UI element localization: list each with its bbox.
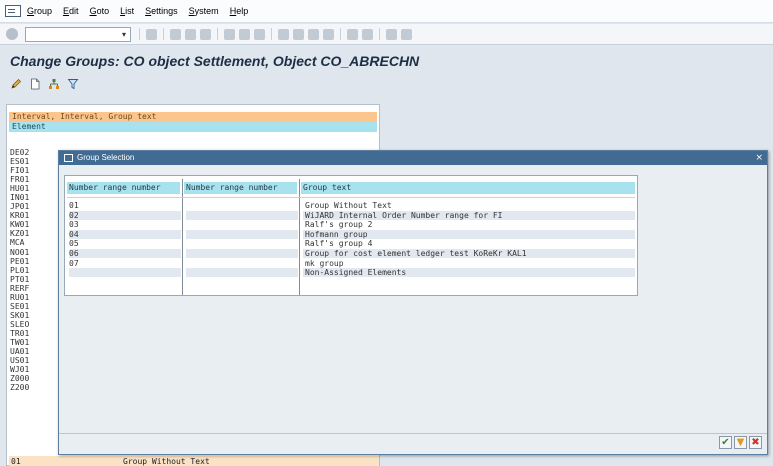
toolbar-separator [340, 28, 341, 40]
dialog-footer-divider [59, 433, 767, 434]
pencil-icon[interactable] [10, 78, 22, 90]
column-header-group-text[interactable]: Group text [301, 182, 635, 194]
filter-button[interactable]: ▼ [734, 436, 747, 449]
row-from-cell: 03 [69, 220, 79, 230]
table-row[interactable]: 07 mk group [67, 259, 635, 269]
table-row[interactable]: 05 Ralf's group 4 [67, 239, 635, 249]
menu-item-settings[interactable]: Settings [145, 6, 178, 16]
help-icon[interactable] [386, 28, 397, 40]
last-page-icon[interactable] [323, 28, 334, 40]
toolbar-separator [217, 28, 218, 40]
chevron-down-icon[interactable]: ▾ [118, 28, 130, 41]
title-area: Change Groups: CO object Settlement, Obj… [0, 49, 773, 73]
column-header-to[interactable]: Number range number [184, 182, 297, 194]
dialog-titlebar[interactable]: Group Selection × [59, 151, 767, 165]
hierarchy-icon[interactable] [48, 78, 60, 90]
row-group-text: Non-Assigned Elements [303, 268, 635, 278]
shortcut-icon[interactable] [362, 28, 373, 40]
list-row-text: Group Without Text [123, 457, 210, 466]
row-to-cell [186, 210, 298, 220]
next-page-icon[interactable] [308, 28, 319, 40]
new-document-icon[interactable] [29, 78, 41, 90]
dialog-buttons: ✔ ▼ ✖ [719, 436, 762, 449]
menu-item-group[interactable]: Group [27, 6, 52, 16]
save-icon[interactable] [146, 28, 157, 40]
standard-toolbar-icons [137, 28, 412, 40]
row-from-cell: 05 [69, 239, 79, 249]
row-group-text: Group Without Text [305, 201, 392, 210]
new-session-icon[interactable] [347, 28, 358, 40]
row-from-cell: 07 [69, 258, 79, 268]
menu-item-help[interactable]: Help [230, 6, 249, 16]
menu-bar: Group Edit Goto List Settings System Help [0, 0, 773, 23]
cancel-icon[interactable] [200, 28, 211, 40]
row-to-cell [186, 248, 298, 258]
row-to-cell [186, 239, 298, 248]
close-icon[interactable]: × [755, 151, 763, 165]
row-to-cell [186, 229, 298, 239]
row-group-text: Group for cost element ledger test KoReK… [303, 248, 635, 258]
row-from-cell [69, 268, 181, 278]
group-rows: 01 Group Without Text 02 WiJARD Internal Or… [67, 201, 635, 278]
group-selection-dialog: Group Selection × Number range number Nu… [58, 150, 768, 455]
window-icon [64, 154, 73, 162]
row-group-text: mk group [305, 258, 344, 268]
page-title: Change Groups: CO object Settlement, Obj… [10, 53, 420, 69]
row-to-cell [186, 268, 298, 278]
list-header-interval: Interval, Interval, Group text [9, 112, 377, 122]
previous-page-icon[interactable] [293, 28, 304, 40]
first-page-icon[interactable] [278, 28, 289, 40]
table-row[interactable]: 02 WiJARD Internal Order Number range for… [67, 210, 635, 221]
table-row[interactable]: 01 Group Without Text [67, 201, 635, 211]
row-group-text: Hofmann group [303, 229, 635, 239]
list-header-element: Element [9, 122, 377, 132]
table-row[interactable]: Non-Assigned Elements [67, 268, 635, 278]
row-to-cell [186, 220, 298, 229]
table-row[interactable]: 04 Hofmann group [67, 229, 635, 240]
list-row-code: 01 [11, 457, 21, 466]
row-from-cell: 04 [69, 229, 181, 239]
confirm-button[interactable]: ✔ [719, 436, 732, 449]
row-group-text: Ralf's group 2 [305, 220, 373, 230]
window-menu-icon[interactable] [5, 5, 21, 17]
dialog-title: Group Selection [77, 153, 135, 162]
toolbar-separator [379, 28, 380, 40]
filter-icon[interactable] [67, 78, 79, 90]
cancel-button[interactable]: ✖ [749, 436, 762, 449]
toolbar-separator [271, 28, 272, 40]
find-next-icon[interactable] [254, 28, 265, 40]
group-selection-table: Number range number Number range number … [64, 175, 638, 296]
row-from-cell: 02 [69, 210, 181, 220]
row-group-text: Ralf's group 4 [305, 239, 373, 249]
toolbar-separator [163, 28, 164, 40]
command-field[interactable]: ▾ [25, 26, 131, 42]
layout-menu-icon[interactable] [401, 28, 412, 40]
toolbar-separator [139, 28, 140, 40]
back-icon[interactable] [170, 28, 181, 40]
column-header-from[interactable]: Number range number [67, 182, 180, 194]
header-divider [67, 197, 635, 198]
row-from-cell: 06 [69, 248, 181, 258]
print-icon[interactable] [224, 28, 235, 40]
application-toolbar [0, 74, 773, 94]
enter-icon[interactable] [6, 28, 18, 40]
menu-item-goto[interactable]: Goto [90, 6, 110, 16]
menu-item-system[interactable]: System [189, 6, 219, 16]
list-row-selected[interactable]: 01 Group Without Text [9, 456, 379, 466]
menu-item-list[interactable]: List [120, 6, 134, 16]
exit-icon[interactable] [185, 28, 196, 40]
menu-item-edit[interactable]: Edit [63, 6, 79, 16]
find-icon[interactable] [239, 28, 250, 40]
table-row[interactable]: 06 Group for cost element ledger test KoR… [67, 248, 635, 259]
row-group-text: WiJARD Internal Order Number range for F… [303, 210, 635, 220]
standard-toolbar: ▾ [0, 24, 773, 45]
row-to-cell [186, 259, 298, 268]
row-from-cell: 01 [69, 201, 79, 210]
table-row[interactable]: 03 Ralf's group 2 [67, 220, 635, 230]
row-to-cell [186, 201, 298, 210]
